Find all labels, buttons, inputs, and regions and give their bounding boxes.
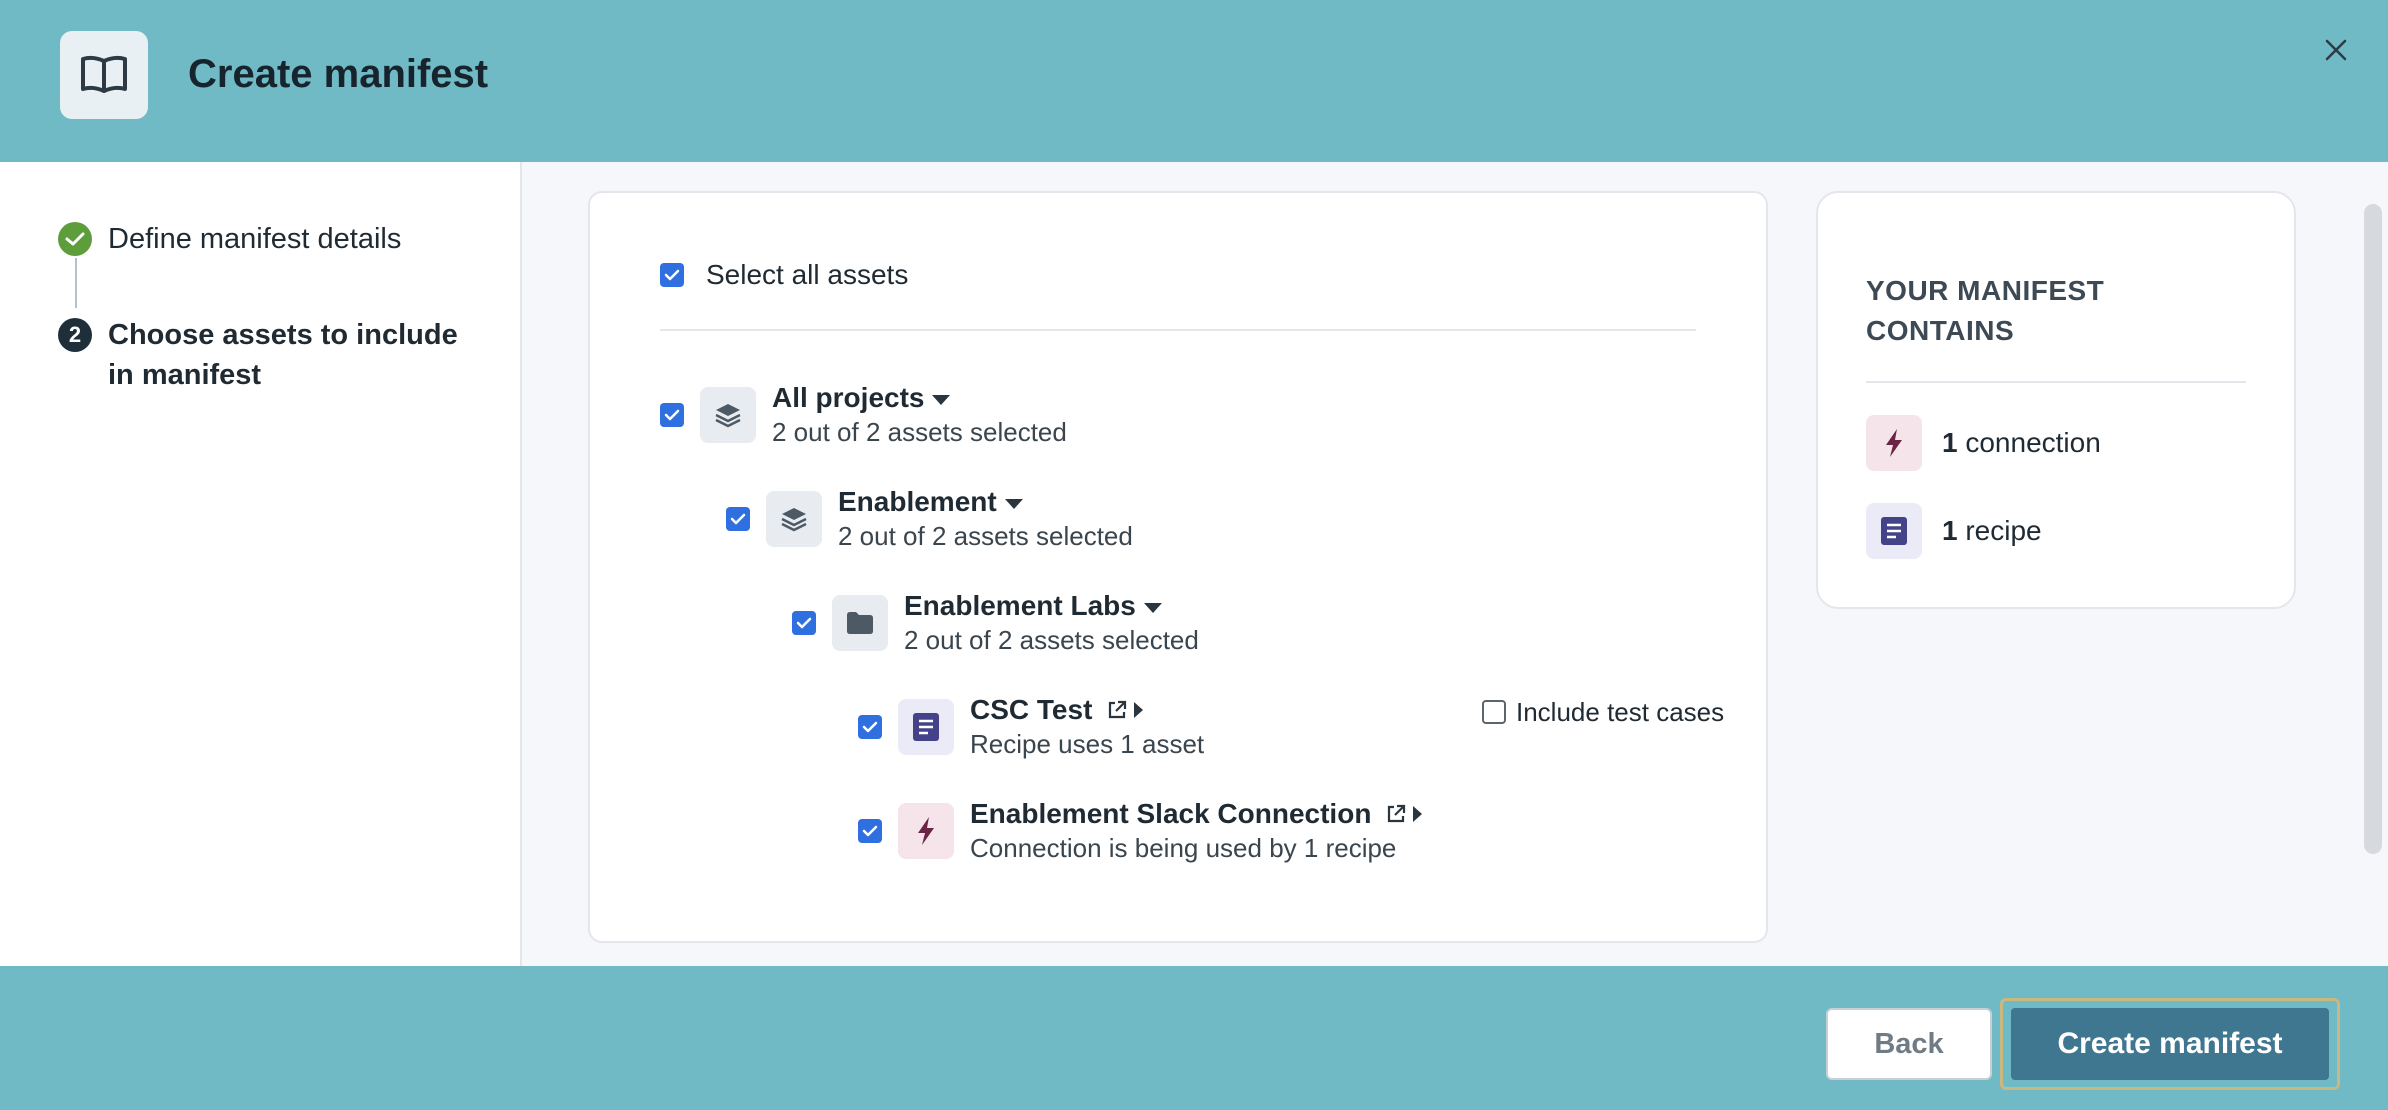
asset-title-text: Enablement Slack Connection (970, 798, 1372, 829)
lightning-icon (1866, 415, 1922, 471)
include-test-cases-checkbox[interactable] (1482, 700, 1506, 724)
divider (1866, 381, 2246, 383)
asset-title-text: CSC Test (970, 694, 1093, 725)
scrollbar[interactable] (2364, 204, 2382, 854)
asset-selection-card: Select all assets All projects 2 out of … (588, 191, 1768, 943)
external-link-icon[interactable] (1106, 699, 1128, 721)
asset-text: Enablement Labs 2 out of 2 assets select… (904, 589, 1199, 657)
layers-icon (700, 387, 756, 443)
summary-count: 1 (1942, 515, 1958, 546)
modal-header: Create manifest (0, 0, 2388, 162)
asset-subtitle: Connection is being used by 1 recipe (970, 833, 1397, 863)
asset-subtitle: 2 out of 2 assets selected (772, 417, 1067, 447)
recipe-icon (898, 699, 954, 755)
close-icon[interactable] (2316, 30, 2356, 70)
asset-text: Enablement 2 out of 2 assets selected (838, 485, 1133, 553)
asset-title[interactable]: Enablement (838, 485, 1133, 519)
asset-title[interactable]: All projects (772, 381, 1067, 415)
tree-item-slack-connection[interactable]: Enablement Slack Connection Connection i… (858, 797, 1423, 865)
modal-title: Create manifest (188, 52, 489, 96)
tree-item-csc-test[interactable]: CSC Test Recipe uses 1 asset (858, 693, 1204, 761)
step-choose-assets[interactable]: 2 Choose assets to include in manifest (58, 318, 468, 395)
asset-subtitle: 2 out of 2 assets selected (838, 521, 1133, 551)
recipe-icon (1866, 503, 1922, 559)
asset-title[interactable]: Enablement Labs (904, 589, 1199, 623)
layers-icon (766, 491, 822, 547)
step-label: Choose assets to include in manifest (108, 319, 458, 391)
step-connector (75, 258, 77, 308)
select-all-label: Select all assets (706, 259, 909, 290)
chevron-down-icon[interactable] (932, 395, 951, 405)
create-button-focus-ring: Create manifest (2000, 998, 2340, 1090)
summary-text: 1 recipe (1942, 515, 2042, 547)
check-circle-icon (58, 222, 92, 256)
tree-item-enablement[interactable]: Enablement 2 out of 2 assets selected (726, 485, 1133, 553)
asset-text: Enablement Slack Connection Connection i… (970, 797, 1423, 865)
asset-title[interactable]: Enablement Slack Connection (970, 797, 1423, 831)
divider (660, 329, 1696, 331)
chevron-right-icon[interactable] (1413, 806, 1423, 822)
modal-footer: Back Create manifest (0, 966, 2388, 1110)
step-define-details[interactable]: Define manifest details (58, 222, 401, 259)
chevron-down-icon[interactable] (1004, 499, 1023, 509)
external-link-icon[interactable] (1385, 803, 1407, 825)
tree-item-all-projects[interactable]: All projects 2 out of 2 assets selected (660, 381, 1067, 449)
tree-item-enablement-labs[interactable]: Enablement Labs 2 out of 2 assets select… (792, 589, 1199, 657)
lightning-icon (898, 803, 954, 859)
summary-label: connection (1965, 427, 2101, 458)
select-all-checkbox[interactable] (660, 263, 684, 287)
asset-title-text: All projects (772, 382, 925, 413)
step-number: 2 (58, 318, 92, 352)
asset-text: CSC Test Recipe uses 1 asset (970, 693, 1204, 761)
include-test-cases-option[interactable]: Include test cases (1482, 695, 1724, 729)
book-icon (60, 31, 148, 119)
asset-checkbox[interactable] (858, 715, 882, 739)
asset-title[interactable]: CSC Test (970, 693, 1204, 727)
manifest-summary-card: YOUR MANIFEST CONTAINS 1 connection 1 re… (1816, 191, 2296, 609)
summary-heading: YOUR MANIFEST CONTAINS (1866, 275, 2105, 346)
include-test-cases-label: Include test cases (1516, 696, 1725, 727)
select-all-row[interactable]: Select all assets (660, 255, 908, 295)
chevron-right-icon[interactable] (1134, 702, 1144, 718)
asset-checkbox[interactable] (726, 507, 750, 531)
back-button[interactable]: Back (1826, 1008, 1992, 1080)
asset-text: All projects 2 out of 2 assets selected (772, 381, 1067, 449)
asset-title-text: Enablement Labs (904, 590, 1136, 621)
summary-item-connection: 1 connection (1866, 415, 2101, 471)
summary-count: 1 (1942, 427, 1958, 458)
summary-text: 1 connection (1942, 427, 2101, 459)
asset-checkbox[interactable] (660, 403, 684, 427)
chevron-down-icon[interactable] (1143, 603, 1162, 613)
summary-item-recipe: 1 recipe (1866, 503, 2042, 559)
wizard-stepper: Define manifest details 2 Choose assets … (0, 162, 522, 966)
asset-checkbox[interactable] (792, 611, 816, 635)
asset-checkbox[interactable] (858, 819, 882, 843)
asset-subtitle: Recipe uses 1 asset (970, 729, 1205, 759)
step-label: Define manifest details (108, 223, 402, 255)
asset-subtitle: 2 out of 2 assets selected (904, 625, 1199, 655)
folder-icon (832, 595, 888, 651)
create-manifest-button[interactable]: Create manifest (2011, 1008, 2329, 1080)
summary-label: recipe (1965, 515, 2042, 546)
asset-title-text: Enablement (838, 486, 997, 517)
